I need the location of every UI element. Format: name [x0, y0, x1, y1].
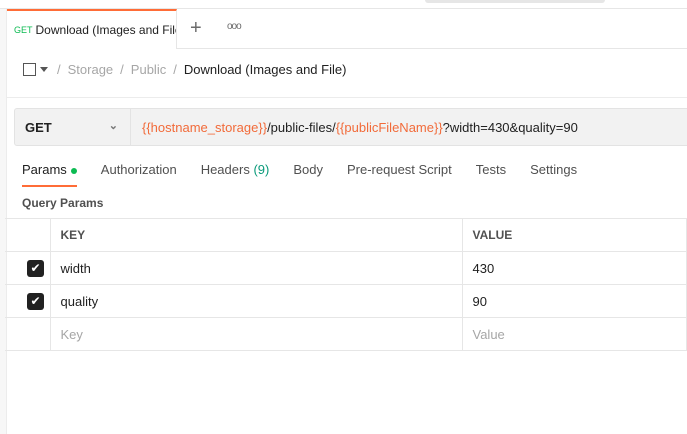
separator: /: [120, 62, 124, 77]
search-box-edge[interactable]: [425, 0, 605, 3]
key-cell[interactable]: width: [49, 251, 463, 285]
tab-label: Headers: [200, 162, 250, 177]
table-row-empty: Key Value: [5, 317, 687, 351]
tab-bar: GET Download (Images and File) + ooo: [7, 9, 687, 49]
url-variable: {{hostname_storage}}: [142, 119, 268, 135]
url-path: /public-files/: [267, 119, 336, 135]
request-icon: [23, 63, 36, 76]
tab-pre-request-script[interactable]: Pre-request Script: [347, 162, 452, 186]
value-cell[interactable]: 430: [461, 251, 687, 285]
key-cell[interactable]: quality: [49, 284, 463, 318]
value-cell[interactable]: 90: [461, 284, 687, 318]
breadcrumb-storage[interactable]: Storage: [68, 62, 114, 77]
value-input[interactable]: Value: [461, 317, 687, 351]
headers-count: (9): [253, 162, 270, 177]
separator: /: [173, 62, 177, 77]
tab-body[interactable]: Body: [293, 162, 323, 186]
breadcrumb-public[interactable]: Public: [131, 62, 166, 77]
breadcrumb: / Storage / Public / Download (Images an…: [23, 62, 346, 77]
active-dot-icon: [70, 167, 77, 174]
tab-params[interactable]: Params: [22, 162, 77, 187]
url-variable: {{publicFileName}}: [335, 119, 443, 135]
empty-checkbox-cell: [5, 317, 51, 351]
key-header: KEY: [49, 218, 463, 252]
method-select[interactable]: GET ⌄: [15, 109, 131, 145]
table-row: ✔ quality 90: [5, 284, 687, 318]
checkbox-column: [5, 218, 51, 252]
key-input[interactable]: Key: [49, 317, 463, 351]
checkbox-checked[interactable]: ✔: [27, 259, 44, 277]
value-header: VALUE: [461, 218, 687, 252]
tab-title: Download (Images and File): [35, 23, 177, 37]
url-query: ?width=430&quality=90: [442, 119, 578, 135]
more-tabs-button[interactable]: ooo: [227, 21, 242, 32]
tab-settings[interactable]: Settings: [530, 162, 577, 186]
method-label: GET: [25, 119, 52, 135]
tab-headers[interactable]: Headers (9): [201, 162, 270, 186]
request-tabs: Params Authorization Headers (9) Body Pr…: [22, 162, 601, 187]
table-header: KEY VALUE: [5, 218, 687, 252]
section-title: Query Params: [22, 196, 104, 210]
tab-label: Params: [22, 162, 67, 177]
tab-method: GET: [14, 25, 33, 35]
checkbox-checked[interactable]: ✔: [27, 292, 44, 310]
url-input[interactable]: {{hostname_storage}} /public-files/ {{pu…: [131, 109, 578, 145]
request-tab[interactable]: GET Download (Images and File): [7, 9, 177, 49]
tab-tests[interactable]: Tests: [476, 162, 506, 186]
top-strip: [0, 0, 687, 9]
new-tab-button[interactable]: +: [190, 17, 202, 40]
breadcrumb-current[interactable]: Download (Images and File): [184, 62, 347, 77]
table-row: ✔ width 430: [5, 251, 687, 285]
chevron-down-icon: ⌄: [108, 120, 118, 132]
separator: /: [57, 62, 61, 77]
tab-authorization[interactable]: Authorization: [101, 162, 177, 186]
params-table: KEY VALUE ✔ width 430 ✔ quality 90 Key V…: [5, 218, 687, 351]
url-bar: GET ⌄ {{hostname_storage}} /public-files…: [14, 108, 687, 146]
caret-down-icon[interactable]: [40, 67, 48, 72]
divider: [7, 97, 687, 98]
